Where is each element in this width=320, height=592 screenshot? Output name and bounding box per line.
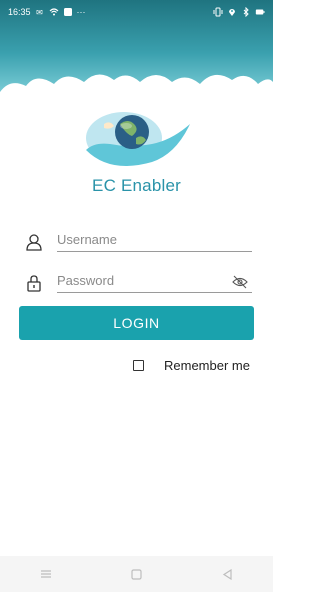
username-field [24, 226, 252, 256]
battery-icon [255, 7, 265, 17]
remember-me-row: Remember me [133, 358, 250, 373]
wifi-icon [49, 7, 59, 17]
bluetooth-icon [241, 7, 251, 17]
password-field [24, 267, 252, 297]
eye-off-icon[interactable] [232, 275, 248, 289]
message-icon: ✉ [36, 7, 43, 17]
status-bar: 16:35 ✉ ··· [0, 0, 273, 24]
app-notification-icon [63, 7, 73, 17]
login-button[interactable]: LOGIN [19, 306, 254, 340]
location-icon [227, 7, 237, 17]
username-input[interactable] [57, 228, 252, 252]
globe-hand-logo [86, 112, 190, 166]
status-right [213, 7, 265, 17]
header-banner: 16:35 ✉ ··· [0, 0, 273, 96]
menu-icon[interactable] [36, 564, 56, 584]
password-input[interactable] [57, 269, 252, 293]
status-left: 16:35 ✉ ··· [8, 7, 86, 17]
clouds-decoration [0, 74, 273, 96]
user-icon [26, 234, 42, 251]
lock-icon [27, 275, 41, 292]
remember-me-checkbox[interactable] [133, 360, 144, 371]
home-square-icon[interactable] [127, 564, 147, 584]
status-time: 16:35 [8, 7, 31, 17]
vibrate-icon [213, 7, 223, 17]
app-title: EC Enabler [92, 176, 181, 195]
status-more-dots: ··· [76, 7, 86, 17]
back-triangle-icon[interactable] [218, 564, 238, 584]
remember-me-label[interactable]: Remember me [164, 358, 250, 373]
system-nav-bar [0, 556, 273, 592]
